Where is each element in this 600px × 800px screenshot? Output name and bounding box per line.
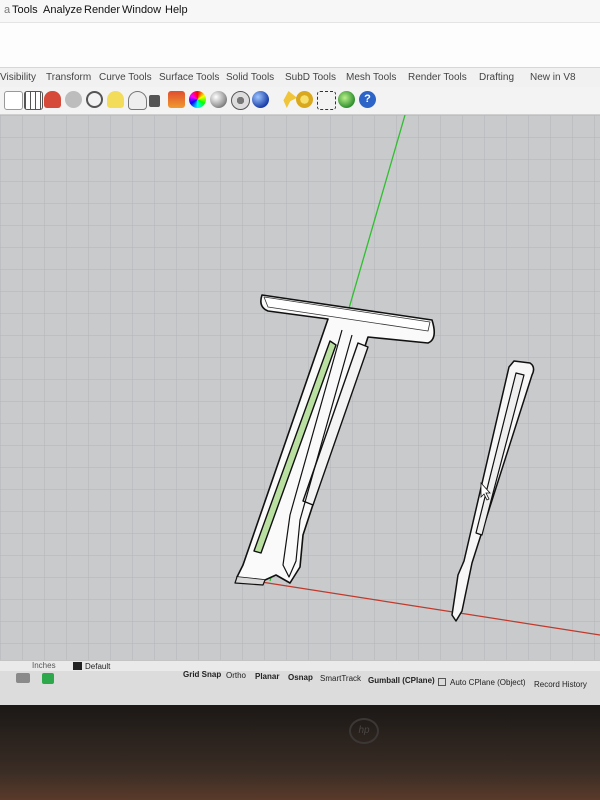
smarttrack-toggle[interactable]: SmartTrack <box>320 674 361 683</box>
globe-green-icon[interactable] <box>338 91 355 108</box>
rhino-window: a Tools Analyze Render Window Help Visib… <box>0 0 600 705</box>
ortho-toggle[interactable]: Ortho <box>226 671 246 680</box>
circle-icon[interactable] <box>86 91 103 108</box>
car-icon[interactable] <box>44 91 61 108</box>
cloud-icon[interactable] <box>65 91 82 108</box>
tab-drafting[interactable]: Drafting <box>479 72 514 83</box>
bulb-icon-2[interactable] <box>128 91 147 110</box>
tab-surface-tools[interactable]: Surface Tools <box>159 72 219 83</box>
perspective-viewport[interactable] <box>0 115 600 660</box>
tab-new-in-v8[interactable]: New in V8 <box>530 72 576 83</box>
menu-render[interactable]: Render <box>84 4 120 16</box>
layer-label[interactable]: Default <box>85 662 110 671</box>
gumball-toggle[interactable]: Gumball (CPlane) <box>368 676 435 685</box>
color-wheel-icon[interactable] <box>189 91 206 108</box>
icon-toolbar: ? <box>0 87 600 115</box>
units-label[interactable]: Inches <box>32 661 56 670</box>
hp-logo: hp <box>349 718 379 744</box>
record-history-toggle[interactable]: Record History <box>534 680 587 689</box>
globe-icon[interactable] <box>231 91 250 110</box>
osnap-toggle[interactable]: Osnap <box>288 673 313 682</box>
menu-help[interactable]: Help <box>165 4 188 16</box>
grid-icon[interactable] <box>24 91 43 110</box>
tab-transform[interactable]: Transform <box>46 72 91 83</box>
green-app-icon[interactable] <box>42 673 54 684</box>
lock-icon[interactable] <box>149 95 160 107</box>
lock-small-icon <box>438 678 446 686</box>
cursor-icon[interactable] <box>4 91 23 110</box>
bulb-icon[interactable] <box>107 91 124 108</box>
tab-render-tools[interactable]: Render Tools <box>408 72 467 83</box>
taskbar-app-icon[interactable] <box>16 673 30 683</box>
planar-toggle[interactable]: Planar <box>255 672 279 681</box>
layers-icon[interactable] <box>168 91 185 108</box>
tab-solid-tools[interactable]: Solid Tools <box>226 72 274 83</box>
tab-mesh-tools[interactable]: Mesh Tools <box>346 72 396 83</box>
menu-window[interactable]: Window <box>122 4 161 16</box>
menu-tools[interactable]: Tools <box>12 4 38 16</box>
gear-icon[interactable] <box>296 91 313 108</box>
menu-edge: a <box>4 4 11 16</box>
menu-bar: a Tools Analyze Render Window Help <box>0 0 600 23</box>
menu-analyze[interactable]: Analyze <box>43 4 82 16</box>
tab-curve-tools[interactable]: Curve Tools <box>99 72 152 83</box>
laptop-bezel <box>0 705 600 800</box>
auto-cplane-toggle[interactable]: Auto CPlane (Object) <box>450 678 526 687</box>
sphere-icon[interactable] <box>252 91 269 108</box>
tab-subd-tools[interactable]: SubD Tools <box>285 72 336 83</box>
render-sphere-icon[interactable] <box>210 91 227 108</box>
command-area[interactable] <box>0 23 600 68</box>
pin-icon[interactable] <box>283 91 297 108</box>
help-icon[interactable]: ? <box>359 91 376 108</box>
status-bar: Inches Default Grid Snap Ortho Planar Os… <box>0 660 600 705</box>
layer-color-swatch <box>73 662 82 670</box>
toolbar-tabs: Visibility Transform Curve Tools Surface… <box>0 68 600 87</box>
tab-visibility[interactable]: Visibility <box>0 72 36 83</box>
grid-snap-toggle[interactable]: Grid Snap <box>183 670 221 679</box>
hierarchy-icon[interactable] <box>317 91 336 110</box>
viewport-canvas <box>0 115 600 660</box>
